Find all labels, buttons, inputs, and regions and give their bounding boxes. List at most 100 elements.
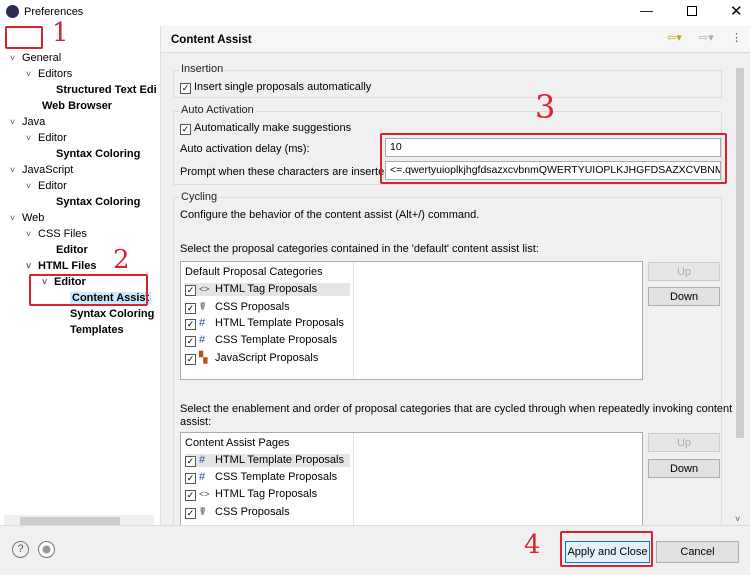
checkbox-icon[interactable]: ✓ xyxy=(185,456,196,467)
list-item[interactable]: ✓ # HTML Template Proposals xyxy=(185,454,350,467)
scroll-down-icon[interactable]: ˅ xyxy=(735,514,740,524)
help-icon[interactable]: ? xyxy=(12,541,29,558)
vertical-scrollbar[interactable]: ˅ xyxy=(734,56,746,524)
default-categories-list[interactable]: Default Proposal Categories ✓ <> HTML Tag … xyxy=(180,261,643,380)
annotation-box-apply xyxy=(560,531,653,567)
list-item[interactable]: ✓ # HTML Template Proposals xyxy=(185,317,346,330)
delay-label: Auto activation delay (ms): xyxy=(180,143,310,155)
eclipse-icon xyxy=(6,5,19,18)
tree-item-label: General xyxy=(22,52,62,64)
chevron-down-icon[interactable]: ˅ xyxy=(26,69,38,79)
tree-item[interactable]: ˅ JavaScript xyxy=(10,164,73,176)
column-header: Content Assist Pages xyxy=(185,437,290,449)
tree-item[interactable]: Web Browser xyxy=(42,100,112,112)
prompt-label: Prompt when these characters are inserte… xyxy=(180,166,384,178)
tree-item[interactable]: ˅ Editor xyxy=(26,180,67,192)
scrollbar-thumb[interactable] xyxy=(20,517,120,525)
up-button[interactable]: Up xyxy=(648,433,720,452)
tree-item[interactable]: Syntax Coloring xyxy=(56,196,140,208)
forward-icon[interactable]: ⇨▾ xyxy=(699,31,714,44)
chevron-down-icon[interactable]: ˅ xyxy=(26,229,38,239)
checkbox-icon[interactable]: ✓ xyxy=(185,354,196,365)
cancel-button[interactable]: Cancel xyxy=(656,541,739,563)
tree-item-label: Structured Text Edi xyxy=(56,84,157,96)
list-item[interactable]: ✓ <> HTML Tag Proposals xyxy=(185,488,319,501)
tree-item[interactable]: ˅ CSS Files xyxy=(26,228,87,240)
window-title: Preferences xyxy=(24,6,84,18)
close-button[interactable]: ✕ xyxy=(730,2,743,20)
tree-item[interactable]: Structured Text Edi xyxy=(56,84,157,96)
tree-item-label: Syntax Coloring xyxy=(70,308,155,320)
tree-item-label: JavaScript xyxy=(22,164,74,176)
list-item[interactable]: ✓ ▚ JavaScript Proposals xyxy=(185,351,320,365)
column-header: Default Proposal Categories xyxy=(185,266,323,278)
chevron-down-icon[interactable]: ˅ xyxy=(26,181,38,191)
list-item[interactable]: ✓ # CSS Template Proposals xyxy=(185,334,339,347)
tree-item-label: Editor xyxy=(38,180,67,192)
css-icon: ☤ xyxy=(199,301,207,313)
template-icon: # xyxy=(199,471,206,483)
tree-item[interactable]: Templates xyxy=(70,324,124,336)
list-item[interactable]: ✓ <> HTML Tag Proposals xyxy=(185,283,350,296)
tree-item-label: Editor xyxy=(38,132,67,144)
list-item-label: JavaScript Proposals xyxy=(215,352,319,364)
minimize-button[interactable]: — xyxy=(640,3,653,18)
chevron-down-icon[interactable]: ˅ xyxy=(10,117,22,127)
chevron-down-icon[interactable]: ˅ xyxy=(10,53,22,63)
list-item[interactable]: ✓ # CSS Template Proposals xyxy=(185,471,339,484)
content-assist-pages-list[interactable]: Content Assist Pages ✓ # HTML Template Pro… xyxy=(180,432,643,526)
tree-item[interactable]: ˅ Editors xyxy=(26,68,72,80)
tree-item-label: Syntax Coloring xyxy=(56,148,141,160)
chevron-down-icon[interactable]: ˅ xyxy=(26,133,38,143)
maximize-button[interactable] xyxy=(687,6,697,16)
insert-single-checkbox[interactable]: ✓ Insert single proposals automatically xyxy=(180,81,371,94)
annotation-3: 3 xyxy=(535,88,556,126)
auto-suggest-checkbox[interactable]: ✓ Automatically make suggestions xyxy=(180,122,351,135)
auto-activation-legend: Auto Activation xyxy=(179,104,256,116)
chevron-down-icon[interactable]: ˅ xyxy=(10,165,22,175)
tree-item-label: CSS Files xyxy=(38,228,87,240)
down-button[interactable]: Down xyxy=(648,287,720,306)
tree-item[interactable]: Syntax Coloring xyxy=(56,148,140,160)
list-item[interactable]: ✓ ☤ CSS Proposals xyxy=(185,505,292,519)
list-item-label: CSS Template Proposals xyxy=(215,471,338,483)
tree-item-label: Syntax Coloring xyxy=(56,196,141,208)
checkbox-icon[interactable]: ✓ xyxy=(185,473,196,484)
chevron-down-icon[interactable]: ˅ xyxy=(26,261,38,271)
javascript-icon: ▚ xyxy=(199,352,208,364)
annotation-box-tree xyxy=(29,274,148,306)
scrollbar-thumb[interactable] xyxy=(736,68,744,438)
insertion-legend: Insertion xyxy=(179,63,226,75)
list-item[interactable]: ✓ ☤ CSS Proposals xyxy=(185,300,292,314)
annotation-box-inputs xyxy=(380,133,727,184)
back-icon[interactable]: ⇦▾ xyxy=(667,31,682,44)
checkbox-icon[interactable]: ✓ xyxy=(185,490,196,501)
down-button[interactable]: Down xyxy=(648,459,720,478)
checkbox-icon[interactable]: ✓ xyxy=(185,303,196,314)
checkbox-icon[interactable]: ✓ xyxy=(185,336,196,347)
tag-icon: <> xyxy=(199,489,210,499)
tree-item[interactable]: ˅ HTML Files xyxy=(26,260,96,272)
tree-item[interactable]: ˅ General xyxy=(10,52,61,64)
list-item-label: CSS Template Proposals xyxy=(215,334,338,346)
menu-icon[interactable]: ⋮ xyxy=(731,31,742,44)
chevron-down-icon[interactable]: ˅ xyxy=(10,213,22,223)
checkbox-icon[interactable]: ✓ xyxy=(185,285,196,296)
tree-item[interactable]: ˅ Java xyxy=(10,116,45,128)
css-icon: ☤ xyxy=(199,506,207,518)
tree-item[interactable]: ˅ Editor xyxy=(26,132,67,144)
checkbox-icon: ✓ xyxy=(180,83,191,94)
list-item-label: CSS Proposals xyxy=(215,301,290,313)
tree-item[interactable]: Editor xyxy=(56,244,88,256)
import-export-icon[interactable] xyxy=(38,541,55,558)
template-icon: # xyxy=(199,454,206,466)
template-icon: # xyxy=(199,334,206,346)
cycle-list-label: Select the enablement and order of propo… xyxy=(180,403,733,415)
tree-item[interactable]: Syntax Coloring xyxy=(70,308,154,320)
title-bar: Preferences — ✕ xyxy=(0,0,750,26)
checkbox-icon[interactable]: ✓ xyxy=(185,319,196,330)
tag-icon: <> xyxy=(199,284,210,294)
up-button[interactable]: Up xyxy=(648,262,720,281)
checkbox-icon[interactable]: ✓ xyxy=(185,508,196,519)
tree-item[interactable]: ˅ Web xyxy=(10,212,44,224)
